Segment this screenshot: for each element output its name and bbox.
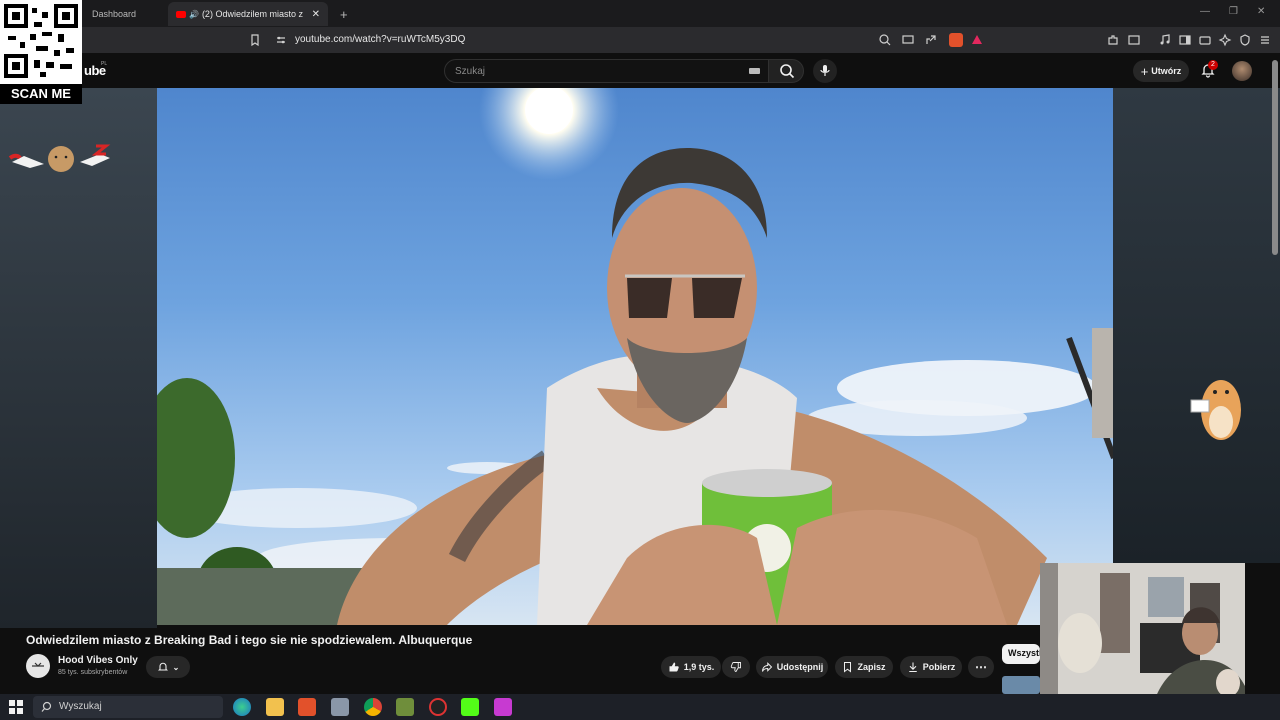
minecraft-icon[interactable] (396, 698, 414, 716)
thumbs-down-icon (730, 662, 741, 672)
share-label: Udostępnij (776, 662, 824, 672)
video-frame (157, 88, 1113, 625)
taskbar-search-label: Wyszukaj (59, 701, 102, 712)
more-actions-button[interactable]: ⋯ (968, 656, 994, 678)
zoom-icon[interactable] (878, 33, 892, 47)
sleeping-cat-sticker (8, 144, 111, 172)
subscription-bell-button[interactable]: ⌄ (146, 656, 190, 678)
subscriber-count: 85 tys. subskrybentów (58, 669, 128, 676)
brave-shield-icon[interactable] (949, 33, 963, 47)
tab-label: (2) Odwiedzilem miasto z Bre (201, 9, 304, 19)
hamster-sticker (1190, 380, 1241, 440)
share-page-icon[interactable] (924, 33, 938, 47)
close-tab-icon[interactable]: ✕ (312, 9, 320, 20)
cast-icon[interactable] (901, 33, 915, 47)
logo-region: PL (101, 61, 108, 67)
search-input[interactable]: Szukaj (444, 59, 769, 83)
tab-youtube-video[interactable]: 🔊 (2) Odwiedzilem miasto z Bre ✕ (168, 2, 328, 26)
speaker-icon: 🔊 (188, 9, 199, 19)
screenshot-icon[interactable] (1127, 33, 1141, 47)
new-tab-button[interactable]: + (332, 2, 352, 26)
save-label: Zapisz (857, 662, 886, 672)
app-icon[interactable] (331, 698, 349, 716)
download-button[interactable]: Pobierz (900, 656, 962, 678)
channel-logo-icon (32, 662, 44, 667)
file-explorer-icon[interactable] (266, 698, 284, 716)
browser-tab-bar: Dashboard 🔊 (2) Odwiedzilem miasto z Bre… (0, 0, 1280, 27)
youtube-favicon-icon (176, 10, 186, 18)
create-label: Utwórz (1151, 66, 1182, 76)
dislike-button[interactable] (722, 656, 750, 678)
tab-label: Dashboard (92, 9, 137, 19)
wallet-icon[interactable] (1198, 33, 1212, 47)
like-button[interactable]: 1,9 tys. (661, 656, 721, 678)
chrome-icon[interactable] (364, 698, 382, 716)
extensions-icon[interactable] (1106, 33, 1120, 47)
menu-icon[interactable] (1258, 33, 1272, 47)
microphone-icon (820, 65, 830, 76)
page-scrollbar[interactable] (1272, 60, 1278, 255)
notification-badge: 2 (1208, 60, 1218, 70)
download-label: Pobierz (922, 662, 956, 672)
close-window-icon[interactable]: ✕ (1257, 6, 1265, 17)
qr-code-icon (4, 4, 78, 78)
vpn-icon[interactable] (1238, 33, 1252, 47)
url-field[interactable]: youtube.com/watch?v=ruWTcM5y3DQ (295, 34, 465, 45)
maximize-icon[interactable]: ❐ (1229, 6, 1238, 17)
user-avatar[interactable] (1232, 61, 1252, 81)
more-icon: ⋯ (975, 660, 987, 674)
download-icon (908, 662, 917, 673)
thumbs-up-icon (669, 662, 679, 672)
filter-chip-all[interactable]: Wszystk (1002, 644, 1040, 664)
channel-avatar[interactable] (26, 654, 50, 678)
brave-rewards-icon[interactable] (970, 33, 984, 47)
qr-label: SCAN ME (0, 84, 82, 104)
channel-name[interactable]: Hood Vibes Only (58, 655, 138, 666)
video-title: Odwiedzilem miasto z Breaking Bad i tego… (26, 633, 473, 647)
recommended-video-thumbnail[interactable] (1002, 676, 1040, 694)
address-bar: youtube.com/watch?v=ruWTcM5y3DQ (0, 27, 1280, 53)
voice-search-button[interactable] (813, 59, 837, 83)
media-controls-icon[interactable] (1158, 33, 1172, 47)
video-player[interactable] (157, 88, 1113, 625)
minimize-icon[interactable]: — (1200, 6, 1210, 17)
sidebar-toggle-icon[interactable] (1178, 33, 1192, 47)
search-button[interactable] (768, 59, 804, 83)
site-settings-icon[interactable] (274, 33, 288, 47)
like-count: 1,9 tys. (683, 662, 715, 672)
save-button[interactable]: Zapisz (835, 656, 893, 678)
ambient-background-right (1113, 88, 1280, 563)
bookmark-icon[interactable] (248, 33, 262, 47)
app-icon-2[interactable] (494, 698, 512, 716)
qr-code-overlay: SCAN ME (0, 0, 82, 104)
windows-start-icon[interactable] (9, 700, 23, 714)
leo-ai-icon[interactable] (1218, 33, 1232, 47)
taskbar-search[interactable]: Wyszukaj (33, 696, 223, 718)
plus-icon: + (1140, 63, 1149, 79)
save-bookmark-icon (844, 662, 852, 673)
obs-icon[interactable] (429, 698, 447, 716)
search-icon (41, 701, 52, 712)
kick-icon[interactable] (461, 698, 479, 716)
brave-browser-icon[interactable] (298, 698, 316, 716)
edge-icon[interactable] (233, 698, 251, 716)
bell-icon (157, 662, 168, 671)
tab-dashboard[interactable]: Dashboard (76, 2, 168, 26)
search-icon (780, 64, 795, 79)
keyboard-icon[interactable] (749, 68, 760, 74)
search-placeholder: Szukaj (455, 66, 486, 77)
create-button[interactable]: + Utwórz (1133, 60, 1189, 82)
chevron-down-icon: ⌄ (172, 662, 180, 672)
share-icon (761, 662, 772, 672)
share-button[interactable]: Udostępnij (756, 656, 828, 678)
